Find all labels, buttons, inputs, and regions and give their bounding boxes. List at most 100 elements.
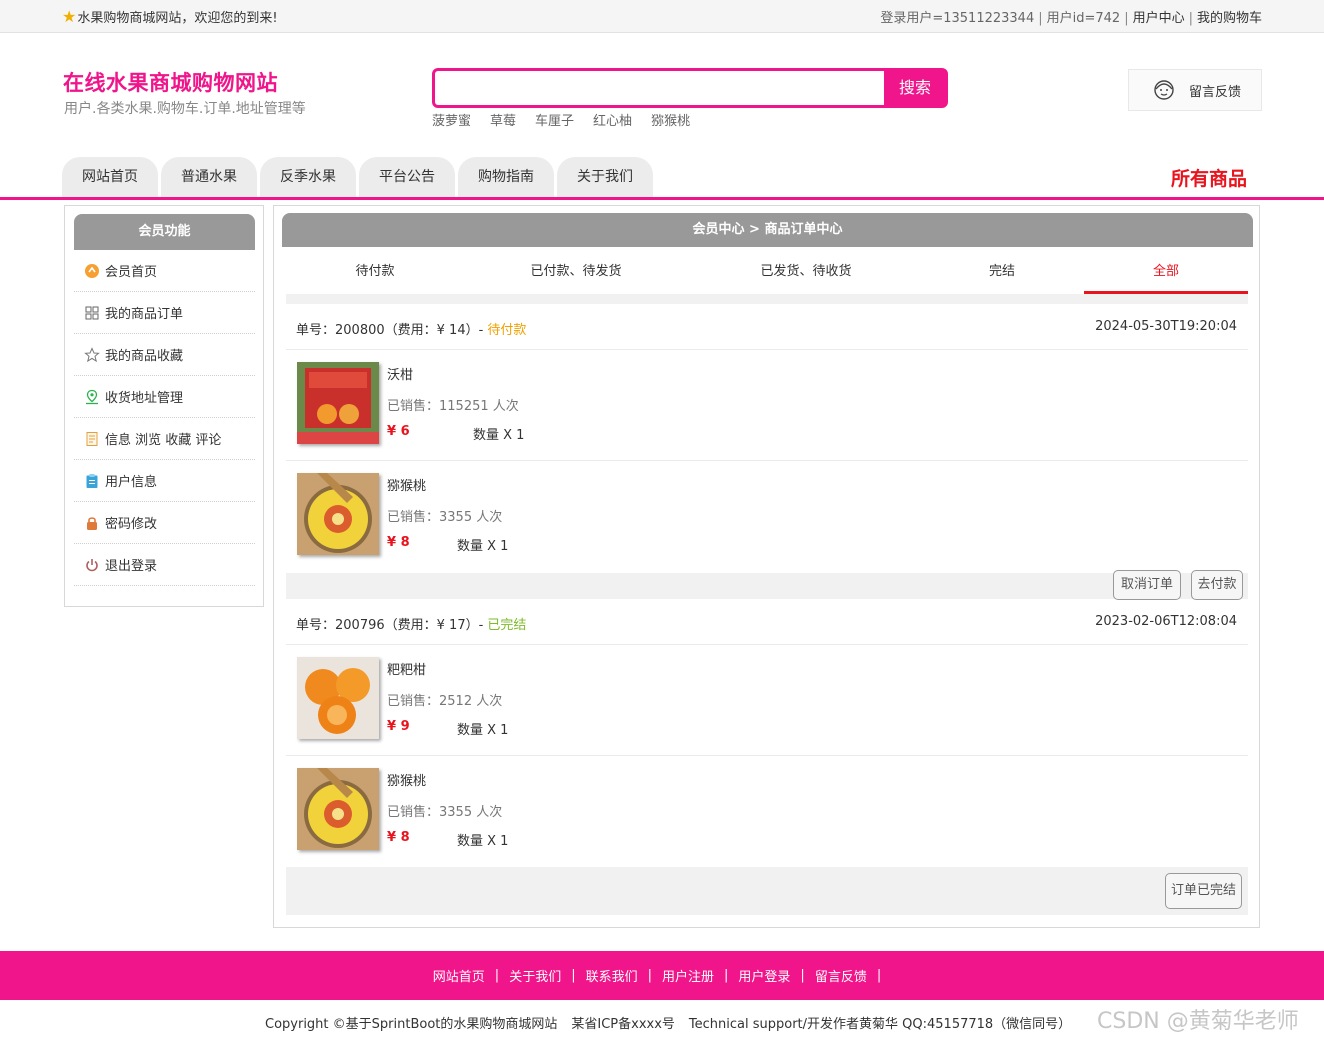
sidebar-item-label: 信息 浏览 收藏 评论 <box>105 433 222 448</box>
product-quantity: 数量 X 1 <box>473 428 525 443</box>
search-input[interactable] <box>439 75 879 101</box>
member-home-icon <box>84 263 100 279</box>
order-header: 单号：200800（费用：¥ 14）- 待付款 <box>296 319 526 338</box>
product-quantity: 数量 X 1 <box>457 723 509 738</box>
user-id-label: 用户id=742 <box>1046 11 1121 26</box>
order-status: 待付款 <box>487 323 527 338</box>
nav-tab-announcements[interactable]: 平台公告 <box>359 157 455 197</box>
tab-completed[interactable]: 完结 <box>924 251 1080 294</box>
order-status-tabs: 待付款 已付款、待发货 已发货、待收货 完结 全部 <box>286 251 1248 295</box>
support-text: Technical support/开发作者黄菊华 QQ:45157718（微信… <box>688 1017 1072 1032</box>
top-bar: ★ 水果购物商城网站，欢迎您的到来! 登录用户=13511223344 | 用户id… <box>0 0 1324 33</box>
product-name[interactable]: 猕猴桃 <box>387 475 426 494</box>
product-sales: 已销售：3355 人次 <box>387 805 503 820</box>
order-center-panel: 会员中心 > 商品订单中心 待付款 已付款、待发货 已发货、待收货 完结 全部 … <box>273 205 1260 928</box>
all-goods-link[interactable]: 所有商品 <box>1171 164 1247 191</box>
product-quantity: 数量 X 1 <box>457 539 509 554</box>
my-cart-link[interactable]: 我的购物车 <box>1197 11 1262 26</box>
product-name[interactable]: 沃柑 <box>387 364 413 383</box>
sidebar-item-password[interactable]: 密码修改 <box>74 502 255 544</box>
member-sidebar: 会员功能 会员首页 我的商品订单 我的商品收藏 收货地址管理 信息 浏览 收藏 … <box>64 205 264 607</box>
hot-word-link[interactable]: 菠萝蜜 <box>432 110 471 129</box>
sidebar-item-logout[interactable]: 退出登录 <box>74 544 255 586</box>
order-date: 2024-05-30T19:20:04 <box>1095 319 1237 334</box>
nav-tab-offseason-fruit[interactable]: 反季水果 <box>260 157 356 197</box>
user-center-link[interactable]: 用户中心 <box>1133 11 1185 26</box>
product-name[interactable]: 粑粑柑 <box>387 659 426 678</box>
sidebar-item-label: 用户信息 <box>105 475 158 490</box>
product-image-babagan[interactable] <box>297 657 379 739</box>
footer-link-login[interactable]: 用户登录 <box>738 966 790 985</box>
sidebar-item-label: 收货地址管理 <box>105 391 184 406</box>
location-pin-icon <box>84 389 100 405</box>
order-actions-bar <box>286 573 1248 599</box>
document-icon <box>84 431 100 447</box>
order-date: 2023-02-06T12:08:04 <box>1095 614 1237 629</box>
sidebar-item-label: 密码修改 <box>105 517 158 532</box>
tab-paid-awaiting-shipment[interactable]: 已付款、待发货 <box>464 251 688 294</box>
hot-word-link[interactable]: 车厘子 <box>535 110 574 129</box>
sidebar-item-member-home[interactable]: 会员首页 <box>74 250 255 292</box>
sidebar-item-label: 会员首页 <box>105 265 158 280</box>
sidebar-item-user-info[interactable]: 用户信息 <box>74 460 255 502</box>
hot-words: 菠萝蜜 草莓 车厘子 红心柚 猕猴桃 <box>432 110 690 129</box>
footer-link-feedback[interactable]: 留言反馈 <box>815 966 867 985</box>
tab-pending-payment[interactable]: 待付款 <box>286 251 464 294</box>
footer-link-about[interactable]: 关于我们 <box>509 966 561 985</box>
sidebar-item-info-browse[interactable]: 信息 浏览 收藏 评论 <box>74 418 255 460</box>
copyright: Copyright ©基于SprintBoot的水果购物商城网站 某省ICP备xx… <box>265 1013 1071 1032</box>
welcome-text: 水果购物商城网站，欢迎您的到来! <box>77 11 278 26</box>
nav-tab-regular-fruit[interactable]: 普通水果 <box>161 157 257 197</box>
footer-link-contact[interactable]: 联系我们 <box>586 966 638 985</box>
user-links: 登录用户=13511223344 | 用户id=742 | 用户中心 | 我的购物车 <box>880 11 1262 26</box>
orders-grid-icon <box>84 305 100 321</box>
lock-icon <box>84 515 100 531</box>
order-header: 单号：200796（费用：¥ 17）- 已完结 <box>296 614 526 633</box>
product-image-kiwi[interactable] <box>297 473 379 555</box>
breadcrumb: 会员中心 > 商品订单中心 <box>282 213 1253 247</box>
icp-text: 某省ICP备xxxx号 <box>571 1017 675 1032</box>
nav-tab-home[interactable]: 网站首页 <box>62 157 158 197</box>
sidebar-title: 会员功能 <box>74 214 255 250</box>
product-sales: 已销售：2512 人次 <box>387 694 503 709</box>
product-price: ¥ 9 <box>387 719 410 734</box>
footer-link-home[interactable]: 网站首页 <box>433 966 485 985</box>
order-actions-bar <box>286 867 1248 915</box>
product-image-wogan[interactable] <box>297 362 379 444</box>
search-button[interactable]: 搜索 <box>884 70 946 106</box>
site-title[interactable]: 在线水果商城购物网站 <box>63 67 278 97</box>
hot-word-link[interactable]: 猕猴桃 <box>651 110 690 129</box>
sidebar-item-label: 我的商品收藏 <box>105 349 184 364</box>
pay-order-button[interactable]: 去付款 <box>1191 570 1243 600</box>
product-sales: 已销售：115251 人次 <box>387 399 519 414</box>
product-image-kiwi[interactable] <box>297 768 379 850</box>
search-box: 搜索 <box>432 68 948 108</box>
product-name[interactable]: 猕猴桃 <box>387 770 426 789</box>
sidebar-item-favorites[interactable]: 我的商品收藏 <box>74 334 255 376</box>
order-separator <box>286 294 1248 304</box>
sidebar-item-address[interactable]: 收货地址管理 <box>74 376 255 418</box>
hot-word-link[interactable]: 红心柚 <box>593 110 632 129</box>
sidebar-item-my-orders[interactable]: 我的商品订单 <box>74 292 255 334</box>
tab-shipped-awaiting-receipt[interactable]: 已发货、待收货 <box>688 251 924 294</box>
tab-all[interactable]: 全部 <box>1084 251 1248 294</box>
star-outline-icon <box>84 346 100 363</box>
nav-divider <box>0 197 1324 200</box>
divider <box>286 644 1248 645</box>
customer-service-icon <box>1154 80 1174 100</box>
cancel-order-button[interactable]: 取消订单 <box>1113 570 1181 600</box>
order-fee: （费用：¥ 17）- <box>384 618 488 633</box>
watermark: CSDN @黄菊华老师 <box>1097 1009 1299 1034</box>
nav-tab-about-us[interactable]: 关于我们 <box>557 157 653 197</box>
product-sales: 已销售：3355 人次 <box>387 510 503 525</box>
hot-word-link[interactable]: 草莓 <box>490 110 516 129</box>
product-price: ¥ 8 <box>387 830 410 845</box>
order-completed-button[interactable]: 订单已完结 <box>1165 873 1242 909</box>
feedback-button[interactable]: 留言反馈 <box>1128 69 1262 111</box>
order-number: 单号：200800 <box>296 323 385 338</box>
feedback-label: 留言反馈 <box>1189 84 1242 100</box>
footer-link-register[interactable]: 用户注册 <box>662 966 714 985</box>
sidebar-item-label: 我的商品订单 <box>105 307 184 322</box>
sidebar-menu: 会员首页 我的商品订单 我的商品收藏 收货地址管理 信息 浏览 收藏 评论 用户… <box>74 250 255 586</box>
nav-tab-shopping-guide[interactable]: 购物指南 <box>458 157 554 197</box>
